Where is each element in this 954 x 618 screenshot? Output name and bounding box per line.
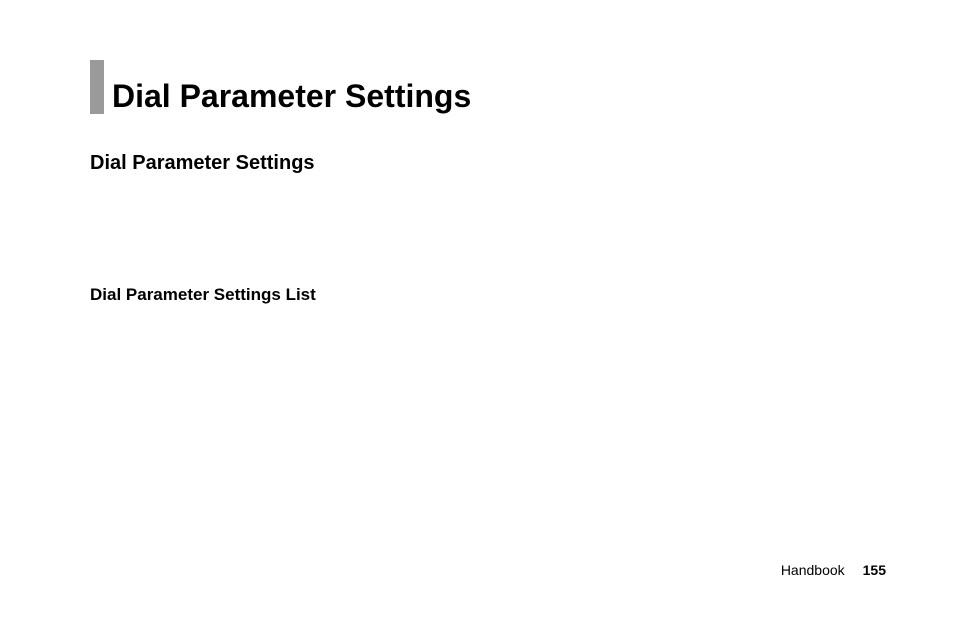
document-page: Dial Parameter Settings Dial Parameter S…: [0, 0, 954, 618]
footer-label: Handbook: [781, 562, 845, 578]
title-block: Dial Parameter Settings: [90, 60, 864, 114]
title-accent-bar: [90, 60, 104, 114]
subsection-title: Dial Parameter Settings List: [90, 285, 864, 305]
page-footer: Handbook 155: [781, 562, 886, 578]
main-title: Dial Parameter Settings: [112, 80, 471, 114]
footer-page-number: 155: [863, 562, 886, 578]
section-title: Dial Parameter Settings: [90, 152, 864, 175]
